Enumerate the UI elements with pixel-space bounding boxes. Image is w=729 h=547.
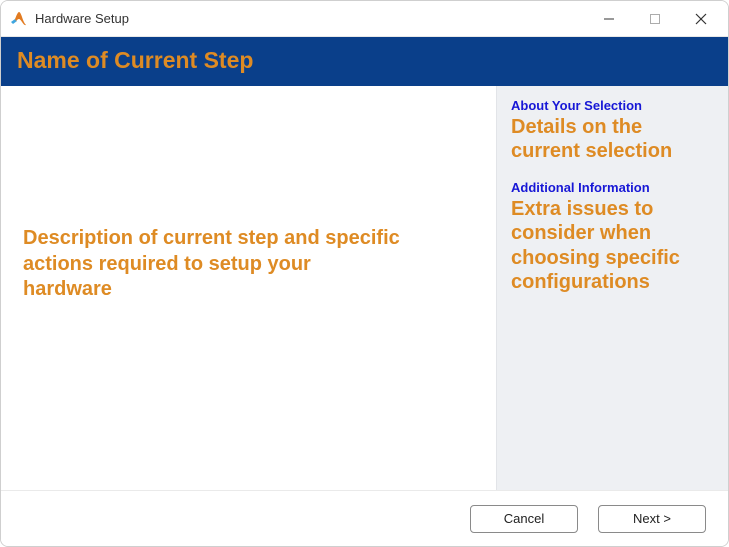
- step-header: Name of Current Step: [1, 37, 728, 86]
- window-maximize-button[interactable]: [632, 3, 678, 35]
- minimize-icon: [603, 13, 615, 25]
- step-title: Name of Current Step: [17, 47, 712, 74]
- window-close-button[interactable]: [678, 3, 724, 35]
- next-button[interactable]: Next >: [598, 505, 706, 533]
- close-icon: [695, 13, 707, 25]
- about-selection-heading: About Your Selection: [511, 98, 716, 113]
- titlebar: Hardware Setup: [1, 1, 728, 37]
- window-minimize-button[interactable]: [586, 3, 632, 35]
- cancel-button[interactable]: Cancel: [470, 505, 578, 533]
- side-pane: About Your Selection Details on the curr…: [496, 86, 728, 490]
- button-bar: Cancel Next >: [1, 490, 728, 546]
- maximize-icon: [649, 13, 661, 25]
- main-pane: Description of current step and specific…: [1, 86, 496, 490]
- additional-info-body: Extra issues to consider when choosing s…: [511, 197, 716, 295]
- additional-info-heading: Additional Information: [511, 180, 716, 195]
- content-area: Description of current step and specific…: [1, 86, 728, 490]
- hardware-setup-window: Hardware Setup Name of Current Step Desc…: [0, 0, 729, 547]
- step-description: Description of current step and specific…: [23, 226, 403, 303]
- matlab-icon: [11, 11, 27, 27]
- about-selection-body: Details on the current selection: [511, 115, 716, 164]
- window-title: Hardware Setup: [35, 11, 129, 26]
